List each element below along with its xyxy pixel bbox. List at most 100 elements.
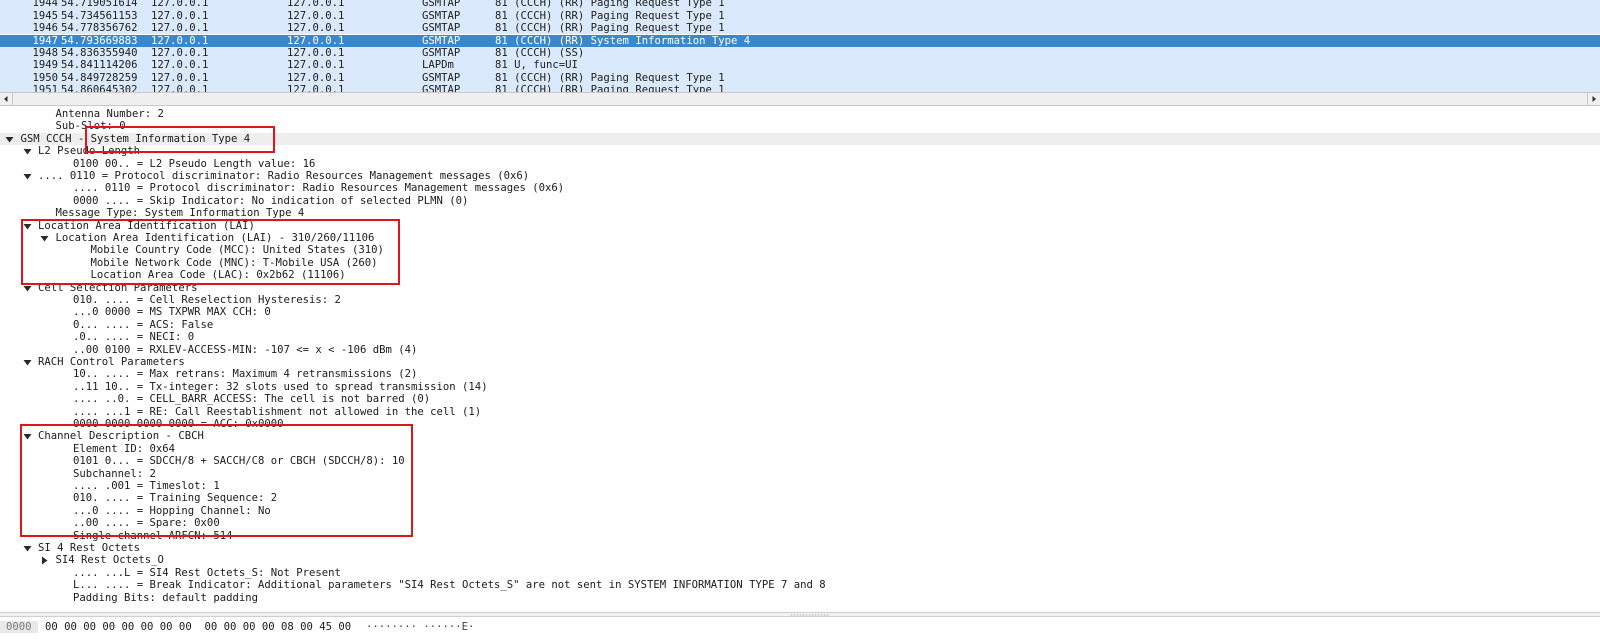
tree-item[interactable]: .... ...L = SI4 Rest Octets_S: Not Prese… <box>0 567 1600 579</box>
packet-time: 54.849728259 <box>61 71 138 84</box>
triangle-down-icon[interactable] <box>23 544 32 553</box>
tree-item[interactable]: Message Type: System Information Type 4 <box>0 207 1600 219</box>
packet-info: 81 U, func=UI <box>495 59 578 72</box>
tree-item[interactable]: Cell Selection Parameters <box>0 282 1600 294</box>
tree-item[interactable]: .... ...1 = RE: Call Reestablishment not… <box>0 406 1600 418</box>
tree-item[interactable]: ..00 0100 = RXLEV-ACCESS-MIN: -107 <= x … <box>0 344 1600 356</box>
tree-item[interactable]: .0.. .... = NECI: 0 <box>0 331 1600 343</box>
packet-source: 127.0.0.1 <box>151 59 209 72</box>
tree-item[interactable]: .... ..0. = CELL_BARR_ACCESS: The cell i… <box>0 393 1600 405</box>
tree-item[interactable]: Subchannel: 2 <box>0 468 1600 480</box>
tree-item-label: ..11 10.. = Tx-integer: 32 slots used to… <box>73 380 488 393</box>
packet-source: 127.0.0.1 <box>151 22 209 35</box>
packet-row[interactable]: 1945 54.734561153 127.0.0.1 127.0.0.1 GSMTAP… <box>0 9 1600 23</box>
tree-item[interactable]: Location Area Code (LAC): 0x2b62 (11106) <box>0 269 1600 281</box>
splitter-grip[interactable] <box>790 614 830 616</box>
packet-row[interactable]: 1951 54.860645302 127.0.0.1 127.0.0.1 GSMTAP… <box>0 84 1600 92</box>
tree-item-label: .... 0110 = Protocol discriminator: Radi… <box>38 170 530 182</box>
tree-item-label: .... 0110 = Protocol discriminator: Radi… <box>73 182 565 195</box>
packet-row[interactable]: 1948 54.836355940 127.0.0.1 127.0.0.1 GSMTAP… <box>0 46 1600 60</box>
packet-list[interactable]: 1944 54.719051614 127.0.0.1 127.0.0.1 GSMTAP… <box>0 0 1600 92</box>
packet-row[interactable]: 1947 54.793669883 127.0.0.1 127.0.0.1 GSMTAP… <box>0 34 1600 47</box>
packet-bytes-pane[interactable]: 0000 00 00 00 00 00 00 00 00 00 00 00 00… <box>0 617 1600 641</box>
packet-info: 81 (CCCH) (RR) Paging Request Type 1 <box>495 71 725 84</box>
tree-item[interactable]: .... .001 = Timeslot: 1 <box>0 480 1600 492</box>
packet-protocol: GSMTAP <box>422 71 461 84</box>
tree-item[interactable]: .... 0110 = Protocol discriminator: Radi… <box>0 170 1600 182</box>
tree-item-label: ...0 .... = Hopping Channel: No <box>73 504 271 517</box>
tree-item[interactable]: L... .... = Break Indicator: Additional … <box>0 579 1600 591</box>
triangle-down-icon[interactable] <box>5 135 14 144</box>
triangle-down-icon[interactable] <box>23 172 32 181</box>
tree-item-label: Antenna Number: 2 <box>55 108 164 120</box>
horizontal-scrollbar[interactable] <box>0 92 1600 106</box>
packet-info: 81 (CCCH) (RR) Paging Request Type 1 <box>495 84 725 92</box>
packet-number: 1944 <box>32 0 58 10</box>
tree-item[interactable]: 0100 00.. = L2 Pseudo Length value: 16 <box>0 158 1600 170</box>
tree-item[interactable]: GSM CCCH - System Information Type 4 <box>0 132 1600 146</box>
packet-row[interactable]: 1949 54.841114206 127.0.0.1 127.0.0.1 LAPDm 8… <box>0 59 1600 72</box>
scroll-right-arrow-icon[interactable] <box>1587 93 1600 105</box>
tree-item[interactable]: Antenna Number: 2 <box>0 108 1600 120</box>
packet-protocol: GSMTAP <box>422 9 461 22</box>
triangle-right-icon[interactable] <box>40 556 49 565</box>
tree-item[interactable]: Location Area Identification (LAI) <box>0 220 1600 232</box>
triangle-down-icon[interactable] <box>23 432 32 441</box>
tree-item[interactable]: 0... .... = ACS: False <box>0 319 1600 331</box>
tree-item[interactable]: ..00 .... = Spare: 0x00 <box>0 517 1600 529</box>
tree-item-label: Sub-Slot: 0 <box>55 120 126 133</box>
packet-number: 1948 <box>32 46 58 59</box>
tree-item[interactable]: 0000 .... = Skip Indicator: No indicatio… <box>0 195 1600 207</box>
triangle-down-icon[interactable] <box>23 358 32 367</box>
tree-item[interactable]: 0000 0000 0000 0000 = ACC: 0x0000 <box>0 418 1600 430</box>
tree-item[interactable]: SI 4 Rest Octets <box>0 542 1600 554</box>
bytes-ascii[interactable]: ········ ······E· <box>366 621 474 633</box>
triangle-down-icon[interactable] <box>40 234 49 243</box>
tree-item[interactable]: .... 0110 = Protocol discriminator: Radi… <box>0 182 1600 194</box>
packet-protocol: GSMTAP <box>422 84 461 92</box>
tree-item[interactable]: RACH Control Parameters <box>0 356 1600 368</box>
tree-item-label: ..00 .... = Spare: 0x00 <box>73 517 220 530</box>
tree-item-label: Message Type: System Information Type 4 <box>55 207 305 220</box>
tree-item[interactable]: Padding Bits: default padding <box>0 592 1600 604</box>
scrollbar-track[interactable] <box>13 94 1587 104</box>
tree-item[interactable]: 010. .... = Cell Reselection Hysteresis:… <box>0 294 1600 306</box>
tree-item[interactable]: Channel Description - CBCH <box>0 430 1600 442</box>
tree-item[interactable]: Location Area Identification (LAI) - 310… <box>0 232 1600 244</box>
packet-source: 127.0.0.1 <box>151 84 209 92</box>
triangle-down-icon[interactable] <box>23 147 32 156</box>
packet-details-tree[interactable]: Antenna Number: 2 Sub-Slot: 0 GSM CCCH - S… <box>0 107 1600 612</box>
tree-item[interactable]: Mobile Network Code (MNC): T-Mobile USA … <box>0 257 1600 269</box>
tree-item[interactable]: 10.. .... = Max retrans: Maximum 4 retra… <box>0 368 1600 380</box>
tree-item-label: Channel Description - CBCH <box>38 430 204 443</box>
tree-item-label: Cell Selection Parameters <box>38 281 198 294</box>
triangle-down-icon[interactable] <box>23 284 32 293</box>
packet-time: 54.836355940 <box>61 46 138 59</box>
tree-item[interactable]: 0101 0... = SDCCH/8 + SACCH/C8 or CBCH (… <box>0 455 1600 467</box>
tree-item-label: 010. .... = Training Sequence: 2 <box>73 492 278 505</box>
tree-item[interactable]: ..11 10.. = Tx-integer: 32 slots used to… <box>0 381 1600 393</box>
tree-item[interactable]: ...0 0000 = MS TXPWR MAX CCH: 0 <box>0 306 1600 318</box>
tree-item[interactable]: 010. .... = Training Sequence: 2 <box>0 492 1600 504</box>
triangle-down-icon[interactable] <box>23 222 32 231</box>
tree-item-label: 0101 0... = SDCCH/8 + SACCH/C8 or CBCH (… <box>73 455 405 468</box>
packet-source: 127.0.0.1 <box>151 34 209 47</box>
tree-item[interactable]: Element ID: 0x64 <box>0 443 1600 455</box>
packet-row[interactable]: 1944 54.719051614 127.0.0.1 127.0.0.1 GSMTAP… <box>0 0 1600 10</box>
packet-row[interactable]: 1950 54.849728259 127.0.0.1 127.0.0.1 GSMTAP… <box>0 71 1600 85</box>
tree-item-label: .... .001 = Timeslot: 1 <box>73 480 220 492</box>
tree-item-label: .0.. .... = NECI: 0 <box>73 331 195 344</box>
packet-time: 54.734561153 <box>61 9 138 22</box>
tree-item[interactable]: SI4 Rest Octets_O <box>0 554 1600 566</box>
tree-item[interactable]: Mobile Country Code (MCC): United States… <box>0 244 1600 256</box>
tree-item[interactable]: L2 Pseudo Length <box>0 145 1600 157</box>
packet-row[interactable]: 1946 54.778356762 127.0.0.1 127.0.0.1 GSMTAP… <box>0 22 1600 35</box>
tree-item[interactable]: Sub-Slot: 0 <box>0 120 1600 132</box>
tree-item-label: Location Area Code (LAC): 0x2b62 (11106) <box>90 269 346 282</box>
tree-item[interactable]: Single channel ARFCN: 514 <box>0 530 1600 542</box>
scroll-left-arrow-icon[interactable] <box>0 93 13 105</box>
bytes-hex[interactable]: 00 00 00 00 00 00 00 00 00 00 00 00 08 0… <box>45 621 351 633</box>
packet-number: 1945 <box>32 9 58 22</box>
tree-item[interactable]: ...0 .... = Hopping Channel: No <box>0 505 1600 517</box>
tree-item-label: Padding Bits: default padding <box>73 591 258 604</box>
